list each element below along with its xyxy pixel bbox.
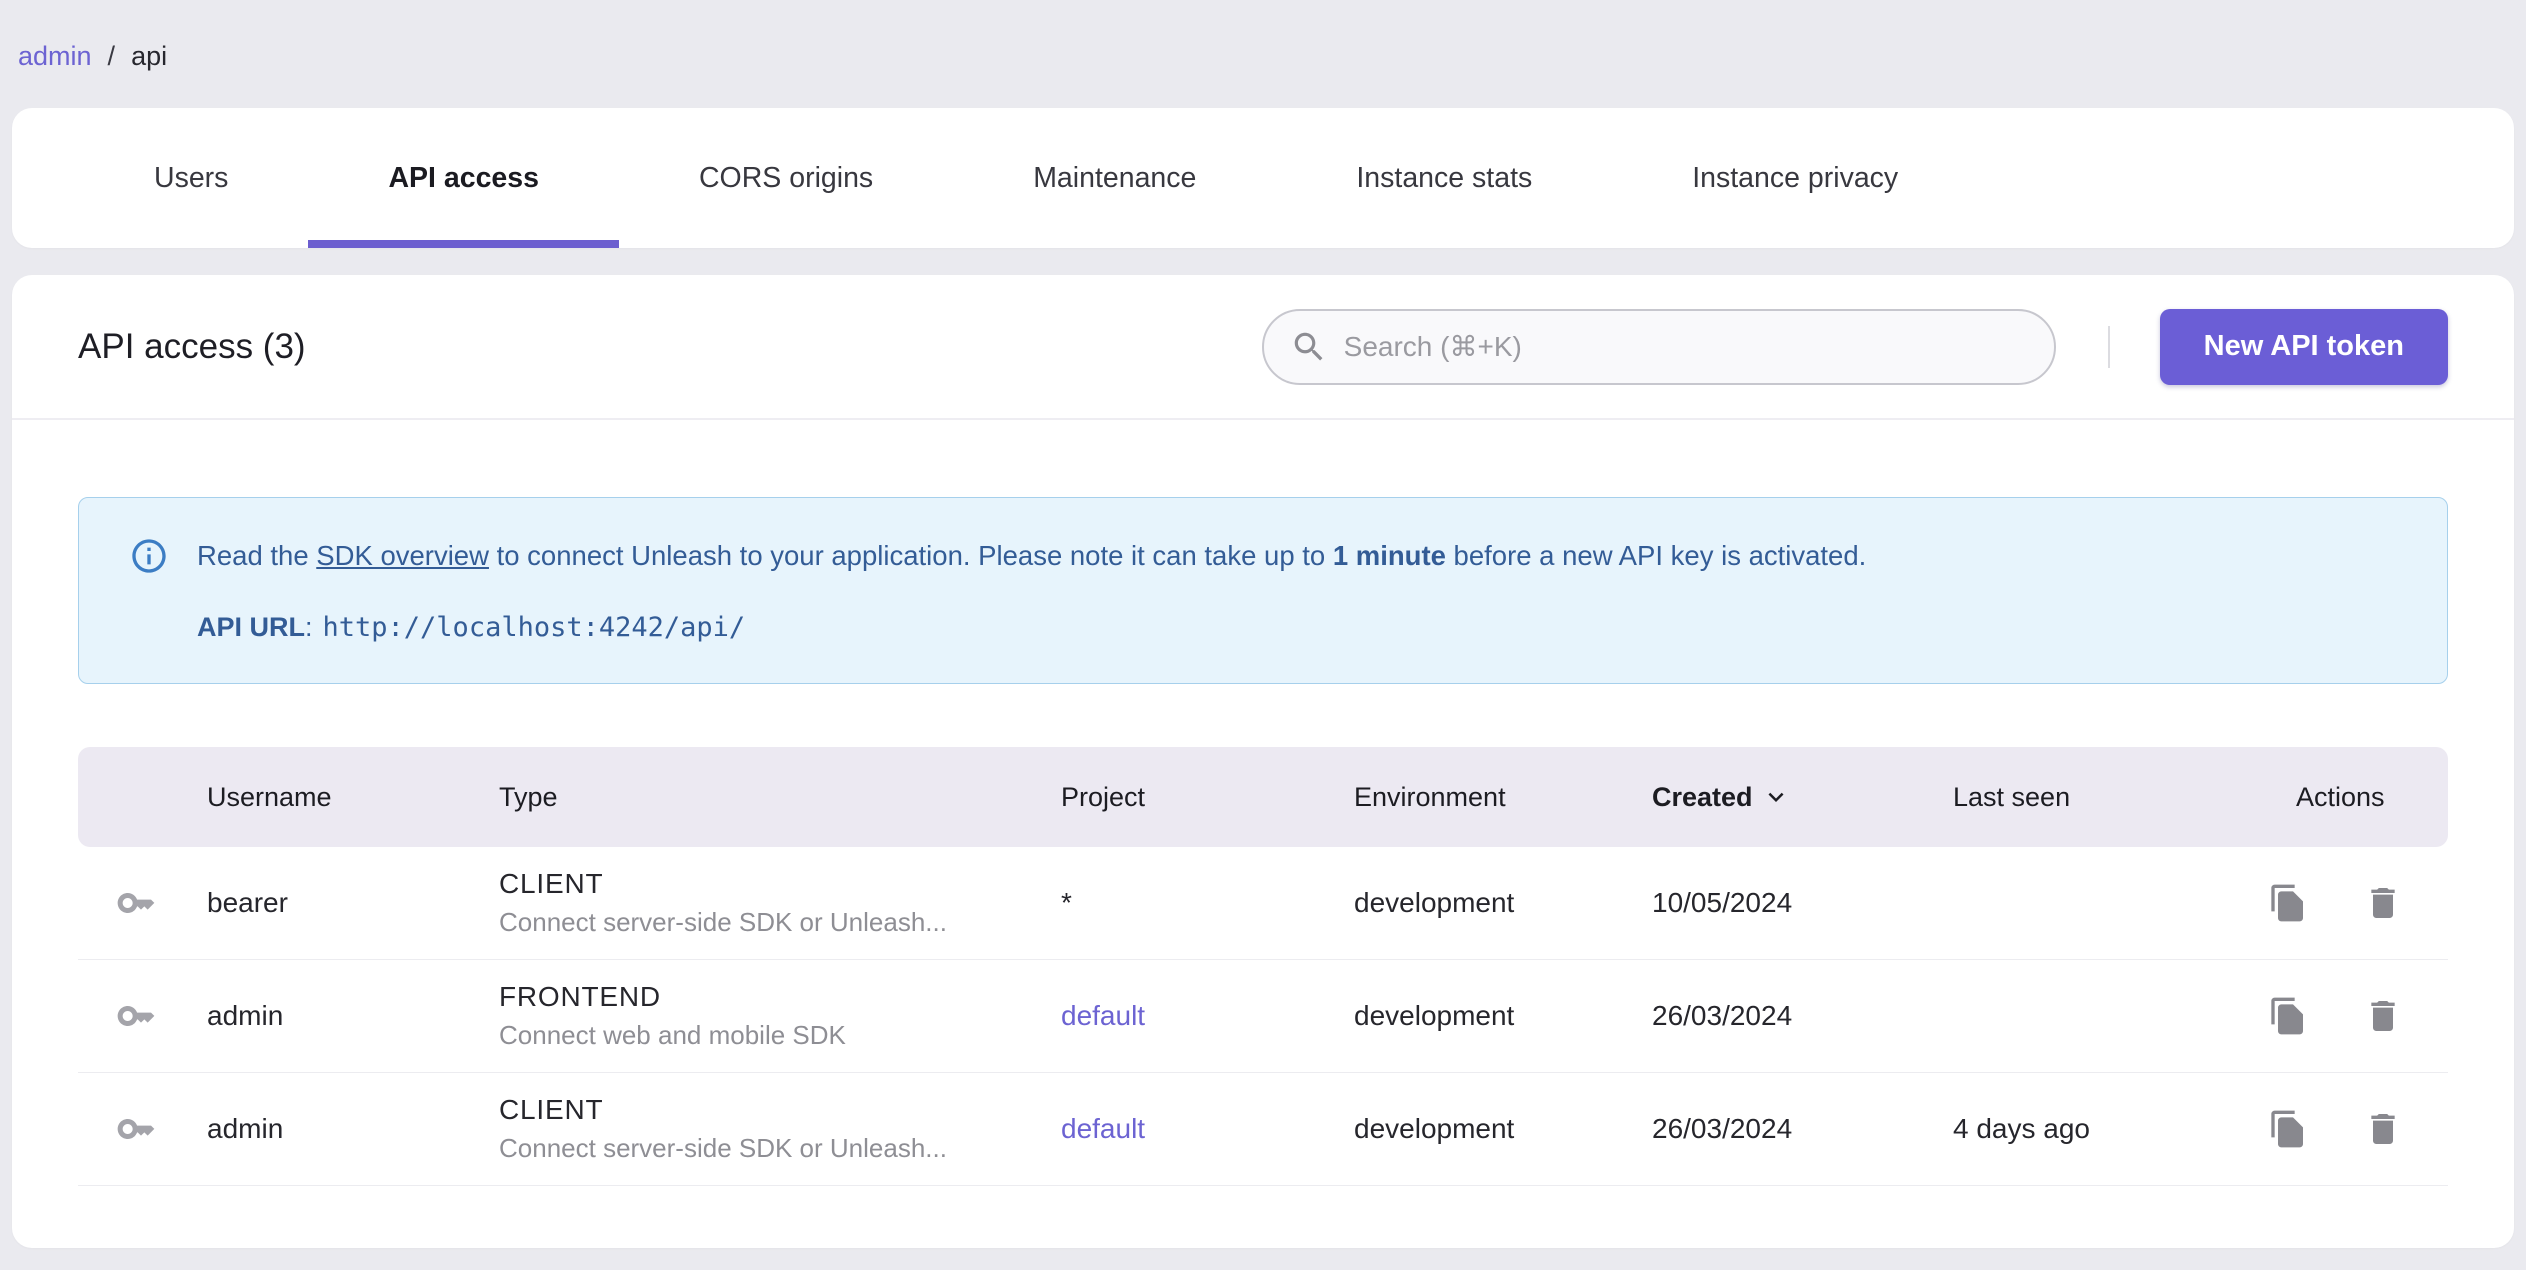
table-row: admin CLIENT Connect server-side SDK or … xyxy=(78,1073,2448,1186)
copy-token-button[interactable] xyxy=(2268,996,2308,1036)
header-cell-actions: Actions xyxy=(2296,781,2385,812)
actions-cell xyxy=(2248,996,2448,1036)
token-cell xyxy=(78,883,207,923)
info-icon xyxy=(132,539,166,573)
page-title: API access (3) xyxy=(78,326,306,366)
token-type: CLIENT xyxy=(499,1094,604,1125)
header-cell-created[interactable]: Created xyxy=(1652,782,1953,813)
api-tokens-table: Username Type Project Environment Create… xyxy=(78,747,2448,1186)
api-url-colon: : xyxy=(305,612,313,642)
header-cell-environment[interactable]: Environment xyxy=(1354,782,1652,813)
new-api-token-button[interactable]: New API token xyxy=(2159,308,2448,385)
delete-token-button[interactable] xyxy=(2363,883,2403,923)
search-input[interactable] xyxy=(1343,330,2028,363)
breadcrumb-current-page: api xyxy=(131,40,168,71)
api-url-value: http://localhost:4242/api/ xyxy=(322,612,746,643)
table-row: bearer CLIENT Connect server-side SDK or… xyxy=(78,847,2448,960)
breadcrumb-separator: / xyxy=(107,40,116,71)
tab-api-access[interactable]: API access xyxy=(308,108,619,248)
project-link[interactable]: default xyxy=(1061,1113,1145,1144)
alert-text-middle: to connect Unleash to your application. … xyxy=(488,540,1333,571)
actions-cell xyxy=(2248,883,2448,923)
sdk-overview-link[interactable]: SDK overview xyxy=(316,540,489,571)
header-cell-type[interactable]: Type xyxy=(499,782,1061,813)
trash-icon xyxy=(2371,1114,2395,1144)
copy-icon xyxy=(2271,1110,2303,1148)
alert-text-prefix: Read the xyxy=(197,540,317,571)
type-cell: FRONTEND Connect web and mobile SDK xyxy=(499,981,1061,1051)
trash-icon xyxy=(2371,888,2395,918)
breadcrumb-admin-link[interactable]: admin xyxy=(18,41,92,72)
username-cell: admin xyxy=(207,1000,284,1031)
search-box[interactable] xyxy=(1261,308,2056,385)
project-cell: default xyxy=(1061,1000,1354,1032)
tab-maintenance-label: Maintenance xyxy=(1033,161,1197,194)
tab-instance-privacy[interactable]: Instance privacy xyxy=(1612,108,1978,248)
header-divider xyxy=(2107,325,2110,368)
copy-icon xyxy=(2271,884,2303,922)
card-body: Read the SDK overview to connect Unleash… xyxy=(12,497,2514,1186)
token-cell xyxy=(78,996,207,1036)
tab-instance-stats[interactable]: Instance stats xyxy=(1276,108,1612,248)
delete-token-button[interactable] xyxy=(2363,1109,2403,1149)
table-header-row: Username Type Project Environment Create… xyxy=(78,747,2448,847)
tab-instance-privacy-label: Instance privacy xyxy=(1692,161,1899,194)
alert-text-suffix: before a new API key is activated. xyxy=(1445,540,1867,571)
username-cell: bearer xyxy=(207,887,288,918)
actions-cell xyxy=(2248,1109,2448,1149)
header-cell-project[interactable]: Project xyxy=(1061,782,1354,813)
api-url-label: API URL: xyxy=(197,612,313,642)
key-icon xyxy=(117,893,155,913)
token-cell xyxy=(78,1109,207,1149)
tab-maintenance[interactable]: Maintenance xyxy=(953,108,1276,248)
tab-cors-origins[interactable]: CORS origins xyxy=(619,108,953,248)
type-cell: CLIENT Connect server-side SDK or Unleas… xyxy=(499,1094,1061,1164)
search-icon xyxy=(1294,332,1323,360)
copy-token-button[interactable] xyxy=(2268,1109,2308,1149)
tab-users[interactable]: Users xyxy=(74,108,308,248)
alert-text: Read the SDK overview to connect Unleash… xyxy=(197,538,2397,574)
project-link[interactable]: default xyxy=(1061,1000,1145,1031)
project-cell: default xyxy=(1061,1113,1354,1145)
chevron-down-icon xyxy=(1768,792,1784,802)
username-cell: admin xyxy=(207,1113,284,1144)
environment-cell: development xyxy=(1354,1000,1515,1031)
alert-text-bold: 1 minute xyxy=(1332,540,1446,571)
table-row: admin FRONTEND Connect web and mobile SD… xyxy=(78,960,2448,1073)
created-cell: 26/03/2024 xyxy=(1652,1113,1793,1144)
tab-api-access-label: API access xyxy=(388,161,539,194)
created-cell: 10/05/2024 xyxy=(1652,887,1793,918)
token-type-description: Connect server-side SDK or Unleash... xyxy=(499,907,947,937)
breadcrumb: admin / api xyxy=(0,0,2526,76)
token-type: FRONTEND xyxy=(499,981,661,1012)
copy-token-button[interactable] xyxy=(2268,883,2308,923)
trash-icon xyxy=(2371,1001,2395,1031)
header-cell-last-seen[interactable]: Last seen xyxy=(1953,782,2248,813)
key-icon xyxy=(117,1119,155,1139)
project-cell: * xyxy=(1061,887,1072,918)
header-cell-username[interactable]: Username xyxy=(207,782,499,813)
key-icon xyxy=(117,1006,155,1026)
token-type-description: Connect web and mobile SDK xyxy=(499,1020,846,1050)
environment-cell: development xyxy=(1354,887,1515,918)
last-seen-cell: 4 days ago xyxy=(1953,1113,2090,1144)
header-cell-created-label: Created xyxy=(1652,781,1753,812)
token-type-description: Connect server-side SDK or Unleash... xyxy=(499,1133,947,1163)
api-access-card: API access (3) New API token Read the SD… xyxy=(12,275,2514,1248)
tab-cors-origins-label: CORS origins xyxy=(698,161,874,194)
created-cell: 26/03/2024 xyxy=(1652,1000,1793,1031)
tab-instance-stats-label: Instance stats xyxy=(1356,161,1533,194)
tab-users-label: Users xyxy=(154,161,229,194)
active-tab-indicator xyxy=(308,240,619,248)
copy-icon xyxy=(2271,997,2303,1035)
token-type: CLIENT xyxy=(499,868,604,899)
sdk-info-alert: Read the SDK overview to connect Unleash… xyxy=(78,497,2448,684)
card-header: API access (3) New API token xyxy=(12,275,2514,420)
admin-tab-bar: Users API access CORS origins Maintenanc… xyxy=(12,108,2514,248)
type-cell: CLIENT Connect server-side SDK or Unleas… xyxy=(499,868,1061,938)
environment-cell: development xyxy=(1354,1113,1515,1144)
delete-token-button[interactable] xyxy=(2363,996,2403,1036)
api-url-line: API URL: http://localhost:4242/api/ xyxy=(197,612,2397,643)
alert-message-line: Read the SDK overview to connect Unleash… xyxy=(129,536,2397,576)
